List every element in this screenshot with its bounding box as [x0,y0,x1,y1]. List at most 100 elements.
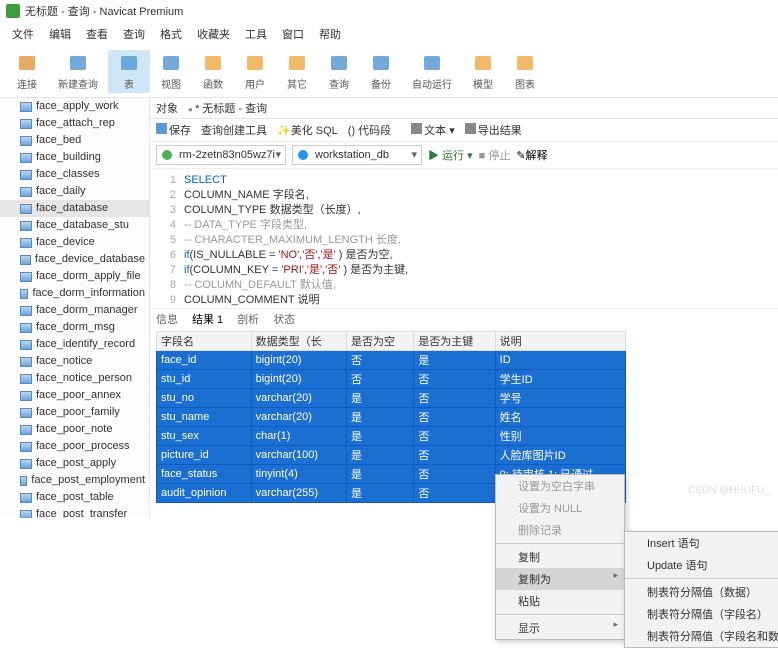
col-header[interactable]: 说明 [495,332,625,351]
table-row[interactable]: stu_namevarchar(20)是否姓名 [157,408,626,427]
ctx-item[interactable]: 删除记录 [496,519,624,541]
query-toolbar: 保存 查询创建工具 ✨美化 SQL () 代码段 文本 ▾ 导出结果 [150,119,778,142]
toolbar-newq[interactable]: 新建查询 [48,50,108,93]
table-icon [20,476,27,486]
table-face_dorm_information[interactable]: face_dorm_information [0,285,149,302]
toolbar-fx[interactable]: 函数 [192,50,234,93]
export-button[interactable]: 导出结果 [465,122,522,138]
table-icon [118,52,140,74]
toolbar-chart[interactable]: 图表 [504,50,546,93]
toolbar-table[interactable]: 表 [108,50,150,93]
toolbar-query[interactable]: 查询 [318,50,360,93]
table-face_apply_work[interactable]: face_apply_work [0,98,149,115]
result-tab-0[interactable]: 信息 [156,311,178,327]
table-face_poor_note[interactable]: face_poor_note [0,421,149,438]
table-face_post_apply[interactable]: face_post_apply [0,455,149,472]
table-face_post_employment[interactable]: face_post_employment [0,472,149,489]
table-face_classes[interactable]: face_classes [0,166,149,183]
database-selector[interactable]: workstation_db [292,145,422,165]
table-face_database[interactable]: face_database [0,200,149,217]
table-face_dorm_apply_file[interactable]: face_dorm_apply_file [0,268,149,285]
table-row[interactable]: stu_sexchar(1)是否性别 [157,427,626,446]
table-face_poor_family[interactable]: face_poor_family [0,404,149,421]
table-row[interactable]: face_idbigint(20)否是ID [157,351,626,370]
table-row[interactable]: stu_novarchar(20)是否学号 [157,389,626,408]
code-segment-button[interactable]: () 代码段 [348,122,391,138]
table-icon [20,153,32,163]
toolbar-model[interactable]: 模型 [462,50,504,93]
backup-icon [370,52,392,74]
menu-工具[interactable]: 工具 [239,24,273,44]
table-face_building[interactable]: face_building [0,149,149,166]
ctx-sub-item[interactable]: 制表符分隔值（数据） [625,581,778,603]
sql-editor[interactable]: 1SELECT2 COLUMN_NAME 字段名,3 COLUMN_TYPE 数… [150,169,778,308]
table-row[interactable]: stu_idbigint(20)否否学生ID [157,370,626,389]
result-tab-2[interactable]: 剖析 [237,311,259,327]
col-header[interactable]: 数据类型（长 [251,332,346,351]
beautify-sql-button[interactable]: ✨美化 SQL [277,122,338,138]
explain-button[interactable]: ✎解释 [516,147,547,163]
result-tab-3[interactable]: 状态 [273,311,295,327]
toolbar-other[interactable]: 其它 [276,50,318,93]
table-icon [20,255,31,265]
context-submenu-copyas[interactable]: Insert 语句Update 语句制表符分隔值（数据）制表符分隔值（字段名）制… [624,531,778,648]
ctx-item[interactable]: 复制为 [496,568,624,590]
app-icon [6,4,20,18]
ctx-item[interactable]: 设置为空白字串 [496,475,624,497]
menu-文件[interactable]: 文件 [6,24,40,44]
table-face_post_transfer[interactable]: face_post_transfer [0,506,149,518]
table-face_identify_record[interactable]: face_identify_record [0,336,149,353]
menu-查询[interactable]: 查询 [117,24,151,44]
ctx-sub-item[interactable]: 制表符分隔值（字段名和数据） [625,625,778,647]
col-header[interactable]: 是否为空 [346,332,413,351]
tab-objects[interactable]: 对象 [156,100,178,116]
toolbar-plug[interactable]: 连接 [6,50,48,93]
text-dropdown[interactable]: 文本 ▾ [411,122,455,138]
table-icon [20,425,32,435]
editor-tabs: 对象 * 无标题 - 查询 [150,98,778,119]
table-face_notice_person[interactable]: face_notice_person [0,370,149,387]
ctx-sub-item[interactable]: 制表符分隔值（字段名） [625,603,778,625]
sidebar-tables[interactable]: face_apply_workface_attach_repface_bedfa… [0,98,150,518]
ctx-sub-item[interactable]: Insert 语句 [625,532,778,554]
table-face_bed[interactable]: face_bed [0,132,149,149]
table-face_poor_process[interactable]: face_poor_process [0,438,149,455]
table-face_dorm_manager[interactable]: face_dorm_manager [0,302,149,319]
table-face_attach_rep[interactable]: face_attach_rep [0,115,149,132]
menu-格式[interactable]: 格式 [154,24,188,44]
table-icon [20,391,32,401]
result-tab-1[interactable]: 结果 1 [192,311,223,327]
table-face_notice[interactable]: face_notice [0,353,149,370]
col-header[interactable]: 字段名 [157,332,252,351]
connection-selector[interactable]: rm-2zetn83n05wz7i [156,145,286,165]
toolbar-user[interactable]: 用户 [234,50,276,93]
table-icon [20,102,32,112]
menu-帮助[interactable]: 帮助 [313,24,347,44]
toolbar-view[interactable]: 视图 [150,50,192,93]
ctx-item[interactable]: 设置为 NULL [496,497,624,519]
menu-查看[interactable]: 查看 [80,24,114,44]
col-header[interactable]: 是否为主键 [414,332,495,351]
toolbar-auto[interactable]: 自动运行 [402,50,462,93]
tab-query[interactable]: * 无标题 - 查询 [188,100,267,116]
menu-收藏夹[interactable]: 收藏夹 [191,24,236,44]
table-face_post_table[interactable]: face_post_table [0,489,149,506]
table-row[interactable]: picture_idvarchar(100)是否人脸库图片ID [157,446,626,465]
table-face_dorm_msg[interactable]: face_dorm_msg [0,319,149,336]
table-face_daily[interactable]: face_daily [0,183,149,200]
run-button[interactable]: ▶ 运行 ▾ [428,147,473,163]
ctx-item[interactable]: 复制 [496,546,624,568]
context-menu[interactable]: 设置为空白字串设置为 NULL删除记录复制复制为粘贴显示 [495,474,625,640]
table-face_device[interactable]: face_device [0,234,149,251]
toolbar-backup[interactable]: 备份 [360,50,402,93]
ctx-item[interactable]: 粘贴 [496,590,624,612]
save-button[interactable]: 保存 [156,122,191,138]
ctx-item[interactable]: 显示 [496,617,624,639]
table-face_poor_annex[interactable]: face_poor_annex [0,387,149,404]
table-face_device_database[interactable]: face_device_database [0,251,149,268]
menu-编辑[interactable]: 编辑 [43,24,77,44]
table-face_database_stu[interactable]: face_database_stu [0,217,149,234]
query-builder-button[interactable]: 查询创建工具 [201,122,267,138]
menu-窗口[interactable]: 窗口 [276,24,310,44]
ctx-sub-item[interactable]: Update 语句 [625,554,778,576]
